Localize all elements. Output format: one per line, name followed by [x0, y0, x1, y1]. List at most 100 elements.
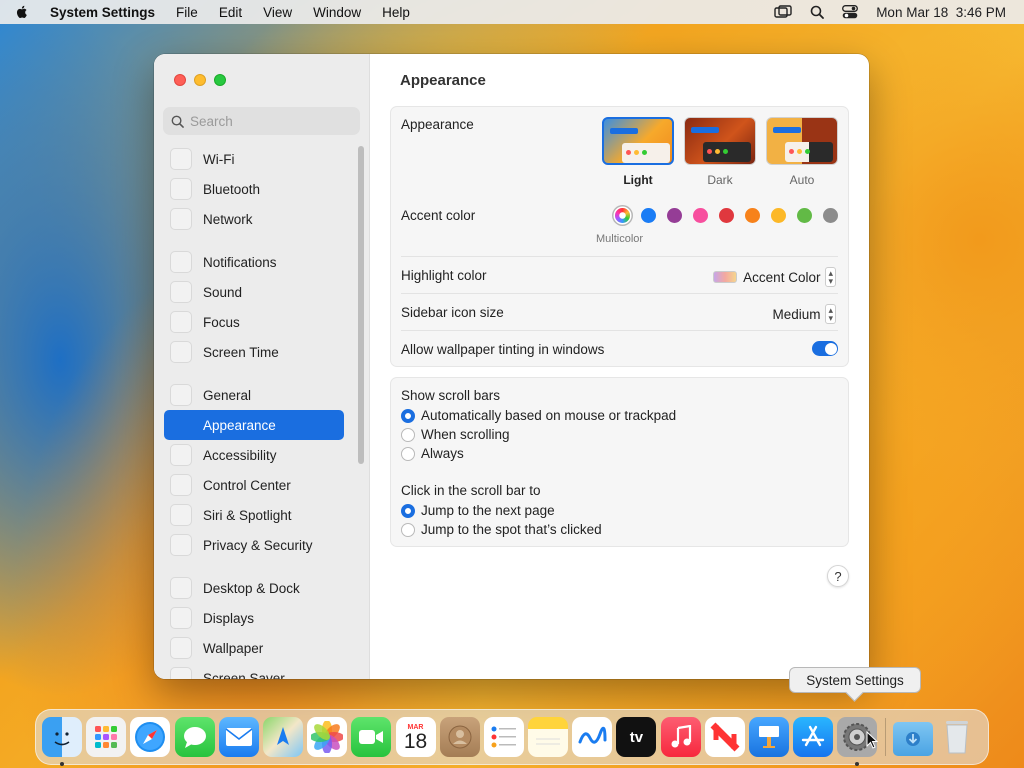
finder-icon[interactable]: [42, 717, 82, 766]
siri-spotlight-icon: [170, 504, 192, 526]
sidebar-item-label: Accessibility: [203, 447, 277, 463]
content-pane: Appearance Appearance Light Dark Auto Ac…: [370, 54, 869, 679]
menubar-clock[interactable]: Mon Mar 18 3:46 PM: [876, 5, 1006, 20]
scroll-option-automatic[interactable]: Automatically based on mouse or trackpad: [401, 408, 676, 423]
sidebar-item-displays[interactable]: Displays: [164, 603, 344, 633]
appearance-option-dark[interactable]: Dark: [684, 117, 756, 187]
accent-color-label: Accent color: [401, 208, 476, 223]
sidebar-item-focus[interactable]: Focus: [164, 307, 344, 337]
facetime-icon[interactable]: [351, 717, 392, 757]
sidebar-item-wifi[interactable]: Wi-Fi: [164, 144, 344, 174]
sidebar-item-label: Screen Time: [203, 344, 279, 360]
radio-icon[interactable]: [401, 446, 415, 461]
wallpaper-tinting-label: Allow wallpaper tinting in windows: [401, 342, 605, 357]
sidebar-item-label: Desktop & Dock: [203, 580, 300, 596]
downloads-folder-icon[interactable]: [892, 722, 933, 756]
radio-icon[interactable]: [401, 427, 415, 442]
sidebar-item-notifications[interactable]: Notifications: [164, 247, 344, 277]
control-center-icon[interactable]: [842, 5, 859, 19]
messages-icon[interactable]: [174, 717, 215, 757]
settings-window: Wi-Fi Bluetooth Network Notifications Sound F…: [154, 54, 869, 679]
highlight-color-popup[interactable]: Accent Color ▴ ▾: [713, 267, 836, 287]
accent-swatch-4[interactable]: [719, 208, 734, 223]
menu-app-name[interactable]: System Settings: [50, 5, 155, 20]
mouse-cursor-icon: [866, 731, 878, 749]
zoom-button[interactable]: [214, 74, 226, 86]
appearance-option-light[interactable]: Light: [602, 117, 674, 187]
contacts-icon[interactable]: [439, 717, 480, 757]
menu-file[interactable]: File: [176, 5, 198, 20]
radio-label: Jump to the spot that’s clicked: [421, 522, 602, 537]
accent-swatch-8[interactable]: [823, 208, 838, 223]
click-scroll-bar-label: Click in the scroll bar to: [401, 483, 541, 498]
radio-selected-icon[interactable]: [401, 408, 415, 423]
calendar-icon[interactable]: MAR 18: [395, 717, 436, 757]
news-icon[interactable]: [704, 717, 745, 757]
sidebar-item-screen-saver[interactable]: Screen Saver: [164, 663, 344, 679]
mail-icon[interactable]: [218, 717, 259, 757]
close-button[interactable]: [174, 74, 186, 86]
apple-logo-icon[interactable]: [14, 4, 30, 20]
wallpaper-tinting-toggle[interactable]: [812, 341, 838, 356]
accent-swatch-multicolor[interactable]: [615, 208, 630, 223]
sidebar-item-general[interactable]: General: [164, 380, 344, 410]
icon-size-popup[interactable]: Medium ▴ ▾: [772, 304, 836, 324]
trash-icon[interactable]: [937, 717, 977, 757]
sidebar-item-label: Notifications: [203, 254, 277, 270]
sidebar-item-network[interactable]: Network: [164, 204, 344, 234]
sidebar-item-accessibility[interactable]: Accessibility: [164, 440, 344, 470]
click-option-spot-clicked[interactable]: Jump to the spot that’s clicked: [401, 522, 602, 537]
sidebar-item-label: Wi-Fi: [203, 151, 235, 167]
sidebar-item-siri-spotlight[interactable]: Siri & Spotlight: [164, 500, 344, 530]
freeform-icon[interactable]: [572, 717, 613, 757]
radio-label: Always: [421, 446, 464, 461]
sidebar-scrollbar[interactable]: [358, 146, 364, 464]
scroll-option-always[interactable]: Always: [401, 446, 464, 461]
accent-swatch-3[interactable]: [693, 208, 708, 223]
sidebar-item-label: Wallpaper: [203, 640, 264, 656]
safari-icon[interactable]: [130, 717, 171, 757]
spotlight-search-icon[interactable]: [810, 5, 825, 19]
menu-help[interactable]: Help: [382, 5, 410, 20]
search-input[interactable]: [190, 113, 350, 129]
sidebar-item-bluetooth[interactable]: Bluetooth: [164, 174, 344, 204]
sidebar-item-screen-time[interactable]: Screen Time: [164, 337, 344, 367]
minimize-button[interactable]: [194, 74, 206, 86]
screen-mirroring-icon[interactable]: [774, 5, 792, 19]
accent-swatch-5[interactable]: [745, 208, 760, 223]
sidebar-item-sound[interactable]: Sound: [164, 277, 344, 307]
sidebar-list: Wi-Fi Bluetooth Network Notifications Sound F…: [164, 144, 344, 679]
bluetooth-icon: [170, 178, 192, 200]
music-icon[interactable]: [660, 717, 701, 757]
sidebar-item-label: Privacy & Security: [203, 537, 313, 553]
radio-selected-icon[interactable]: [401, 503, 415, 518]
divider: [401, 293, 838, 294]
photos-icon[interactable]: [307, 717, 348, 757]
maps-icon[interactable]: [262, 717, 303, 757]
click-option-next-page[interactable]: Jump to the next page: [401, 503, 555, 518]
keynote-icon[interactable]: [749, 717, 789, 757]
menu-edit[interactable]: Edit: [219, 5, 242, 20]
accent-swatch-2[interactable]: [667, 208, 682, 223]
appearance-option-label: Dark: [707, 173, 733, 187]
appearance-option-auto[interactable]: Auto: [766, 117, 838, 187]
help-button[interactable]: ?: [827, 565, 849, 587]
menu-view[interactable]: View: [263, 5, 292, 20]
menu-window[interactable]: Window: [313, 5, 361, 20]
radio-icon[interactable]: [401, 522, 415, 537]
app-store-icon[interactable]: [793, 717, 834, 757]
reminders-icon[interactable]: [483, 717, 524, 757]
sidebar-item-control-center[interactable]: Control Center: [164, 470, 344, 500]
sidebar-item-desktop-dock[interactable]: Desktop & Dock: [164, 573, 344, 603]
sidebar-item-appearance[interactable]: Appearance: [164, 410, 344, 440]
sidebar-item-wallpaper[interactable]: Wallpaper: [164, 633, 344, 663]
accessibility-icon: [170, 444, 192, 466]
accent-swatch-6[interactable]: [771, 208, 786, 223]
sidebar-item-privacy-security[interactable]: Privacy & Security: [164, 530, 344, 560]
launchpad-icon[interactable]: [86, 717, 127, 757]
accent-swatch-7[interactable]: [797, 208, 812, 223]
notes-icon[interactable]: [528, 717, 569, 757]
scroll-option-when-scrolling[interactable]: When scrolling: [401, 427, 510, 442]
accent-swatch-1[interactable]: [641, 208, 656, 223]
apple-tv-icon[interactable]: tv: [616, 717, 657, 757]
